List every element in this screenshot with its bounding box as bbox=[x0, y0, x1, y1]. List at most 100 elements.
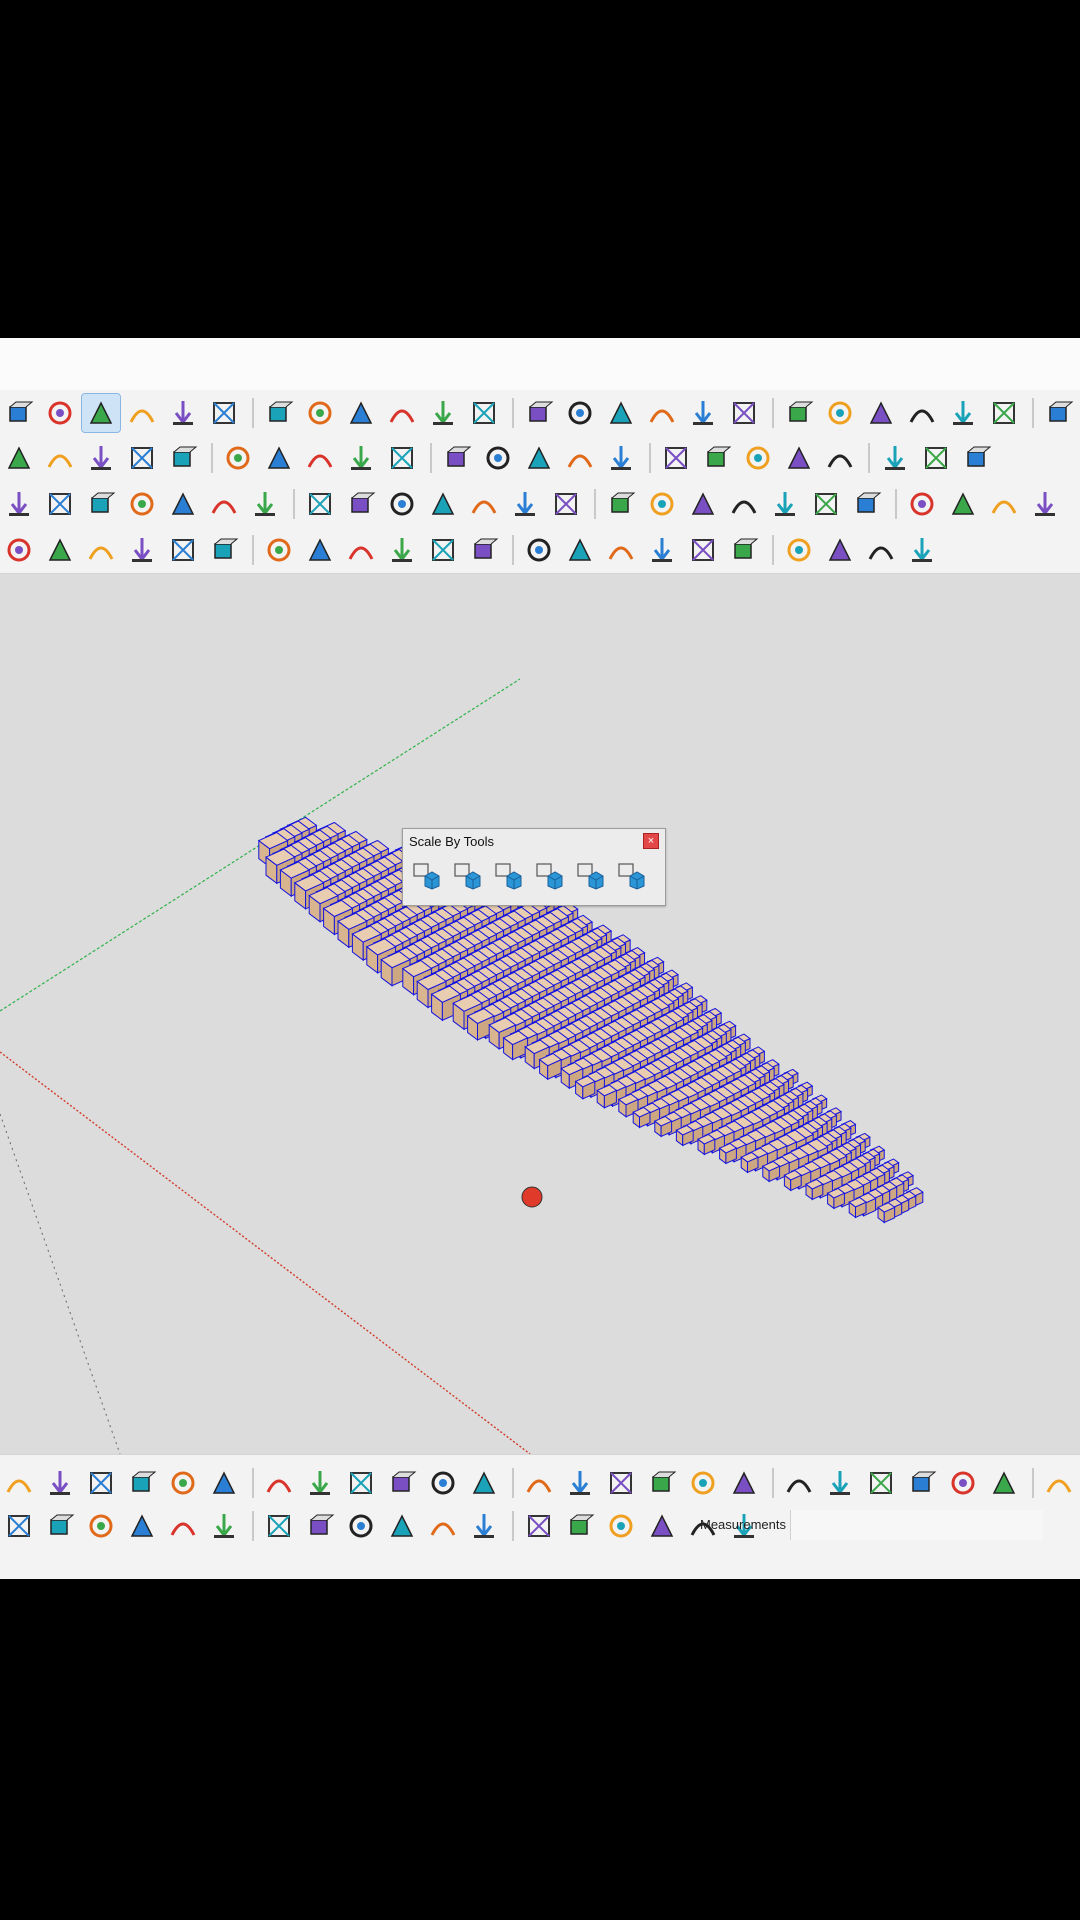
ruler-icon[interactable] bbox=[0, 1464, 38, 1502]
tape-measure-icon[interactable] bbox=[164, 1507, 202, 1545]
arc-icon[interactable] bbox=[164, 531, 202, 569]
sun-icon[interactable] bbox=[643, 485, 681, 523]
wrench-icon[interactable] bbox=[465, 531, 503, 569]
close-icon[interactable]: × bbox=[643, 833, 659, 849]
slice-icon[interactable] bbox=[246, 485, 284, 523]
column-icon[interactable] bbox=[602, 439, 640, 477]
dome-icon[interactable] bbox=[684, 485, 722, 523]
wand-icon[interactable] bbox=[602, 531, 640, 569]
pipe-icon[interactable] bbox=[862, 1464, 900, 1502]
layers-icon[interactable] bbox=[301, 394, 339, 432]
wand2-icon[interactable] bbox=[643, 531, 681, 569]
scale-box-2-icon[interactable] bbox=[448, 855, 486, 895]
arrow-left-icon[interactable] bbox=[0, 1507, 38, 1545]
rect-icon[interactable] bbox=[82, 531, 120, 569]
drop-icon[interactable] bbox=[164, 1464, 202, 1502]
corner-icon[interactable] bbox=[1040, 1464, 1078, 1502]
cursor-blue-icon[interactable] bbox=[643, 1507, 681, 1545]
tee-icon[interactable] bbox=[602, 485, 640, 523]
house-icon[interactable] bbox=[424, 485, 462, 523]
hose-icon[interactable] bbox=[657, 439, 695, 477]
fx-icon[interactable] bbox=[780, 531, 818, 569]
arc-green-icon[interactable] bbox=[41, 531, 79, 569]
filter-icon[interactable] bbox=[260, 1464, 298, 1502]
rotate-icon[interactable] bbox=[82, 1507, 120, 1545]
cone-icon[interactable] bbox=[944, 1464, 982, 1502]
model-viewport[interactable]: Scale By Tools × bbox=[0, 574, 1080, 1454]
sliders-icon[interactable] bbox=[301, 439, 339, 477]
arrow-blue-icon[interactable] bbox=[123, 439, 161, 477]
knife-icon[interactable] bbox=[561, 439, 599, 477]
arc2-icon[interactable] bbox=[301, 531, 339, 569]
panel-header[interactable]: Scale By Tools × bbox=[403, 829, 665, 853]
arrow-red-icon[interactable] bbox=[41, 439, 79, 477]
zoom-extents-icon[interactable] bbox=[205, 394, 243, 432]
clone-icon[interactable] bbox=[766, 485, 804, 523]
select-box-icon[interactable] bbox=[383, 1464, 421, 1502]
spiral-icon[interactable] bbox=[123, 531, 161, 569]
zigzag-icon[interactable] bbox=[205, 531, 243, 569]
globe-icon[interactable] bbox=[260, 439, 298, 477]
ring-icon[interactable] bbox=[506, 485, 544, 523]
help-icon[interactable] bbox=[342, 439, 380, 477]
scatter-icon[interactable] bbox=[82, 1464, 120, 1502]
paint-icon[interactable] bbox=[876, 439, 914, 477]
grid-eye-icon[interactable] bbox=[602, 1464, 640, 1502]
trim-icon[interactable] bbox=[917, 439, 955, 477]
arc-red-icon[interactable] bbox=[342, 531, 380, 569]
grid-box-icon[interactable] bbox=[205, 485, 243, 523]
box-outline-icon[interactable] bbox=[41, 485, 79, 523]
measurements-input[interactable] bbox=[790, 1510, 1043, 1540]
santa-icon[interactable] bbox=[602, 1507, 640, 1545]
section-icon[interactable] bbox=[260, 394, 298, 432]
graph-icon[interactable] bbox=[821, 531, 859, 569]
bucket-minus-icon[interactable] bbox=[684, 1464, 722, 1502]
bucket-minus-2-icon[interactable] bbox=[725, 1464, 763, 1502]
wall-2-icon[interactable] bbox=[821, 1464, 859, 1502]
line-icon[interactable] bbox=[0, 531, 38, 569]
scale-user-icon[interactable] bbox=[571, 855, 609, 895]
move-icon[interactable] bbox=[41, 1464, 79, 1502]
sphere-green-2-icon[interactable] bbox=[301, 1507, 339, 1545]
brush-icon[interactable] bbox=[698, 439, 736, 477]
model-scene[interactable] bbox=[0, 574, 1080, 1454]
sphere-green-icon[interactable] bbox=[260, 1507, 298, 1545]
tools-icon[interactable] bbox=[164, 439, 202, 477]
shapes-icon[interactable] bbox=[821, 439, 859, 477]
spring-icon[interactable] bbox=[684, 531, 722, 569]
cube-3d-icon[interactable] bbox=[903, 485, 941, 523]
tag-icon[interactable] bbox=[383, 394, 421, 432]
sphere2-icon[interactable] bbox=[1026, 485, 1064, 523]
sphere-icon[interactable] bbox=[985, 485, 1023, 523]
push-blue-icon[interactable] bbox=[903, 394, 941, 432]
fence-icon[interactable] bbox=[342, 1464, 380, 1502]
torus-icon[interactable] bbox=[985, 1464, 1023, 1502]
cube-frame-icon[interactable] bbox=[205, 1507, 243, 1545]
push-green-icon[interactable] bbox=[985, 394, 1023, 432]
push-red-icon[interactable] bbox=[944, 394, 982, 432]
pen-icon[interactable] bbox=[862, 531, 900, 569]
brush-select-icon[interactable] bbox=[424, 1464, 462, 1502]
sphere-pink-icon[interactable] bbox=[424, 1507, 462, 1545]
push-red2-icon[interactable] bbox=[1040, 394, 1078, 432]
dropdown-arrow-icon[interactable] bbox=[465, 394, 503, 432]
orbit-icon[interactable] bbox=[81, 393, 121, 433]
palette-icon[interactable] bbox=[219, 439, 257, 477]
arrow-green-icon[interactable] bbox=[82, 439, 120, 477]
sphere-dark-icon[interactable] bbox=[903, 1464, 941, 1502]
back-icon[interactable] bbox=[520, 1464, 558, 1502]
layer-stack-icon[interactable] bbox=[342, 394, 380, 432]
cursor-icon[interactable] bbox=[520, 439, 558, 477]
scale-box-4-icon[interactable] bbox=[530, 855, 568, 895]
zoom-icon[interactable] bbox=[164, 394, 202, 432]
cube-blue-icon[interactable] bbox=[725, 531, 763, 569]
cube-grid-icon[interactable] bbox=[944, 485, 982, 523]
move-cross-icon[interactable] bbox=[41, 1507, 79, 1545]
extrude-icon[interactable] bbox=[0, 485, 38, 523]
bubble-icon[interactable] bbox=[342, 485, 380, 523]
bucket-red-icon[interactable] bbox=[643, 1464, 681, 1502]
scale-user-2-icon[interactable] bbox=[612, 855, 650, 895]
user-icon[interactable] bbox=[424, 394, 462, 432]
shield-icon[interactable] bbox=[684, 394, 722, 432]
trough-icon[interactable] bbox=[465, 485, 503, 523]
